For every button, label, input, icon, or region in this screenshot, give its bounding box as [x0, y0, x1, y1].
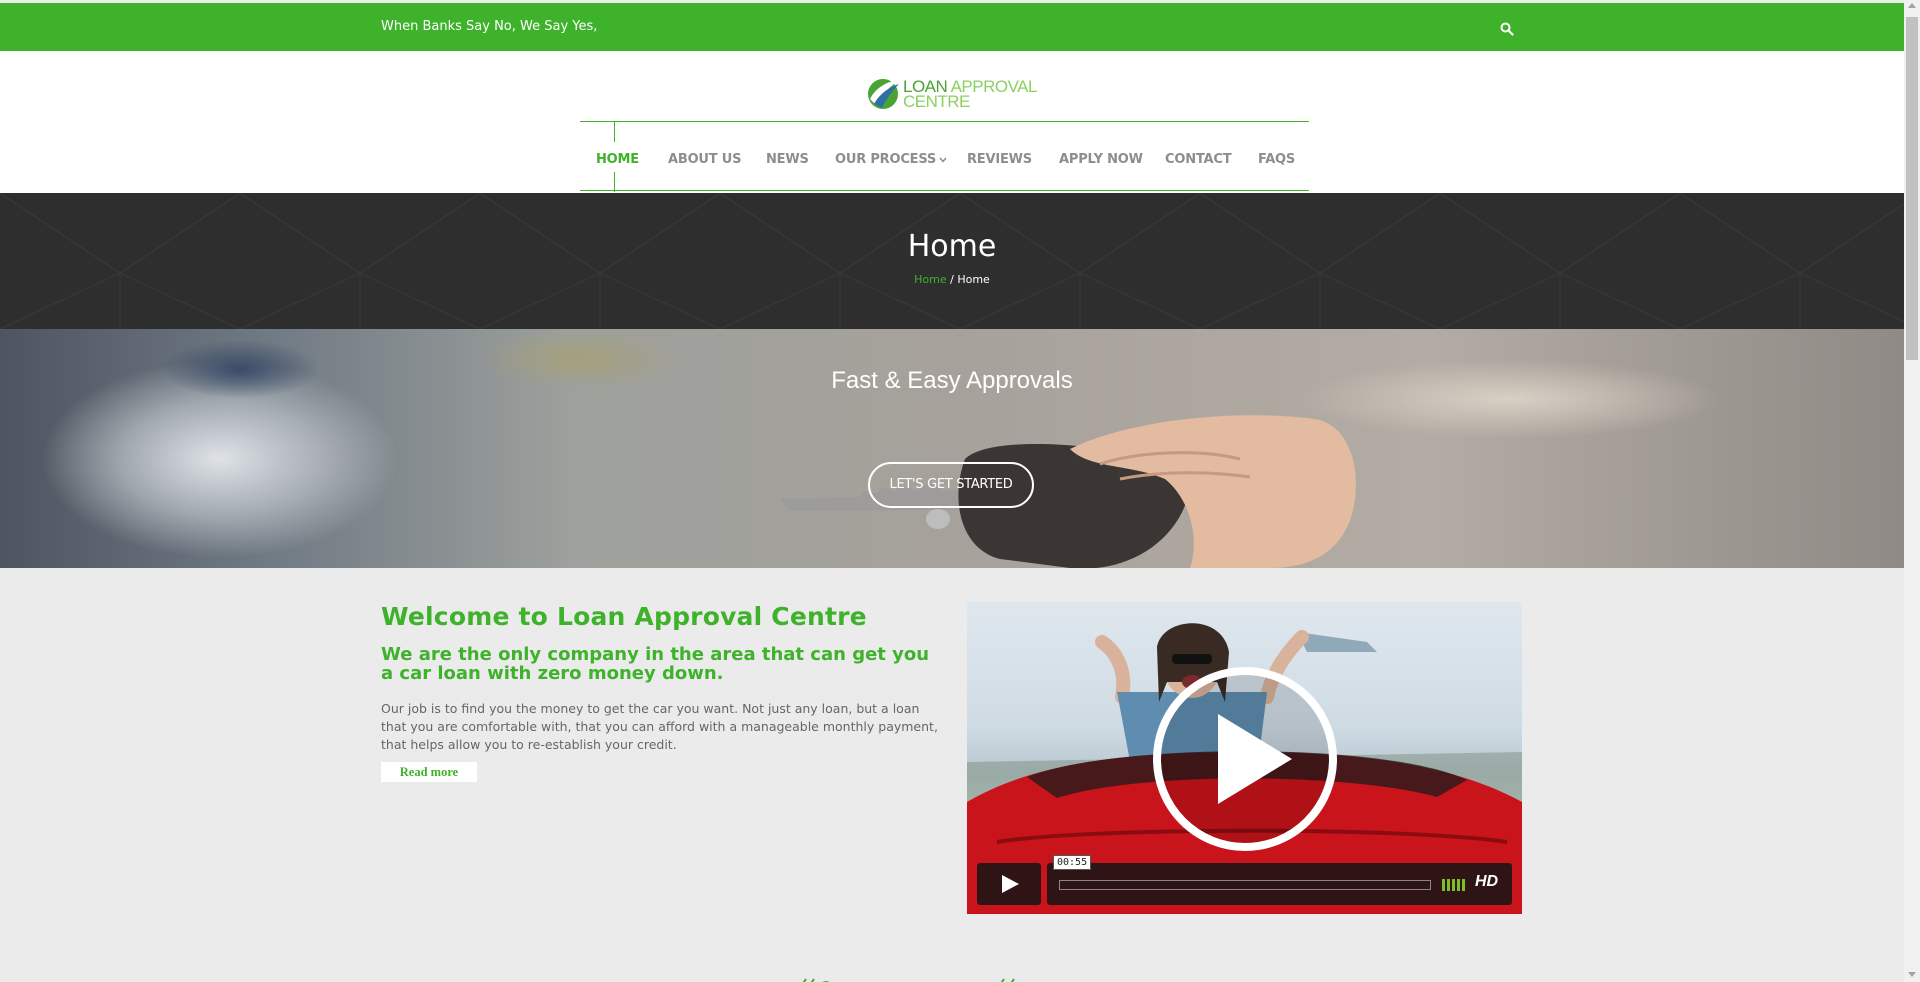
- hand-with-car-key-image: [780, 415, 1356, 568]
- nav-item-news[interactable]: NEWS: [766, 152, 809, 167]
- logo-text-line2: CENTRE: [903, 92, 970, 111]
- page-title-banner: Home Home / Home: [0, 193, 1904, 329]
- video-progress-bar[interactable]: HD: [1047, 863, 1512, 905]
- nav-item-our-process[interactable]: OUR PROCESS: [835, 152, 947, 167]
- video-controls: HD 00:55: [977, 855, 1512, 905]
- logo-mark-icon: [868, 79, 900, 109]
- site-logo[interactable]: LOAN APPROVAL CENTRE: [866, 75, 1048, 113]
- top-bar: When Banks Say No, We Say Yes,: [0, 3, 1904, 51]
- breadcrumb: Home / Home: [0, 273, 1904, 286]
- cutoff-heading-fragment: [802, 978, 1015, 982]
- play-icon: [1002, 875, 1019, 893]
- nav-item-about-us[interactable]: ABOUT US: [668, 152, 741, 167]
- page-title: Home: [907, 229, 997, 264]
- nav-item-reviews[interactable]: REVIEWS: [967, 152, 1032, 167]
- search-icon[interactable]: [1500, 21, 1514, 36]
- welcome-body-text: Our job is to find you the money to get …: [381, 701, 938, 752]
- scroll-up-arrow-icon[interactable]: [1908, 3, 1916, 8]
- play-icon[interactable]: [1150, 664, 1340, 854]
- main-nav: HOME ABOUT US NEWS OUR PROCESS REVIEWS A…: [580, 121, 1309, 192]
- top-tagline: When Banks Say No, We Say Yes,: [381, 19, 598, 34]
- page-scrollbar[interactable]: [1904, 0, 1920, 982]
- hero-banner: Fast & Easy Approvals LET'S GET STARTED: [0, 329, 1904, 568]
- video-time-tooltip: 00:55: [1053, 855, 1092, 870]
- read-more-button[interactable]: Read more: [381, 762, 477, 782]
- site-header: LOAN APPROVAL CENTRE HOME ABOUT US NEWS …: [0, 51, 1904, 193]
- breadcrumb-separator: /: [946, 273, 958, 286]
- welcome-heading: Welcome to Loan Approval Centre: [381, 602, 867, 631]
- next-section-heading-cutoff: [800, 972, 1060, 982]
- get-started-button[interactable]: LET'S GET STARTED: [868, 462, 1034, 508]
- breadcrumb-home-link[interactable]: Home: [914, 273, 946, 286]
- nav-item-faqs[interactable]: FAQS: [1258, 152, 1295, 167]
- hd-badge[interactable]: HD: [1475, 873, 1498, 891]
- nav-item-contact[interactable]: CONTACT: [1165, 152, 1232, 167]
- scroll-down-arrow-icon[interactable]: [1908, 972, 1916, 977]
- active-indicator-bottom: [614, 172, 615, 192]
- chevron-down-icon: [939, 157, 947, 163]
- video-play-button[interactable]: [977, 863, 1041, 905]
- nav-item-our-process-label: OUR PROCESS: [835, 152, 937, 167]
- active-indicator-top: [614, 122, 615, 142]
- scrollbar-thumb[interactable]: [1906, 17, 1918, 360]
- promo-video-player[interactable]: HD 00:55: [967, 602, 1522, 914]
- volume-icon[interactable]: [1442, 877, 1468, 891]
- breadcrumb-current: Home: [957, 273, 990, 286]
- nav-item-home[interactable]: HOME: [596, 152, 639, 167]
- video-scrubber-track[interactable]: [1059, 880, 1431, 890]
- hero-tagline: Fast & Easy Approvals: [831, 367, 1073, 394]
- nav-item-apply-now[interactable]: APPLY NOW: [1059, 152, 1143, 167]
- welcome-subheading: We are the only company in the area that…: [381, 644, 930, 684]
